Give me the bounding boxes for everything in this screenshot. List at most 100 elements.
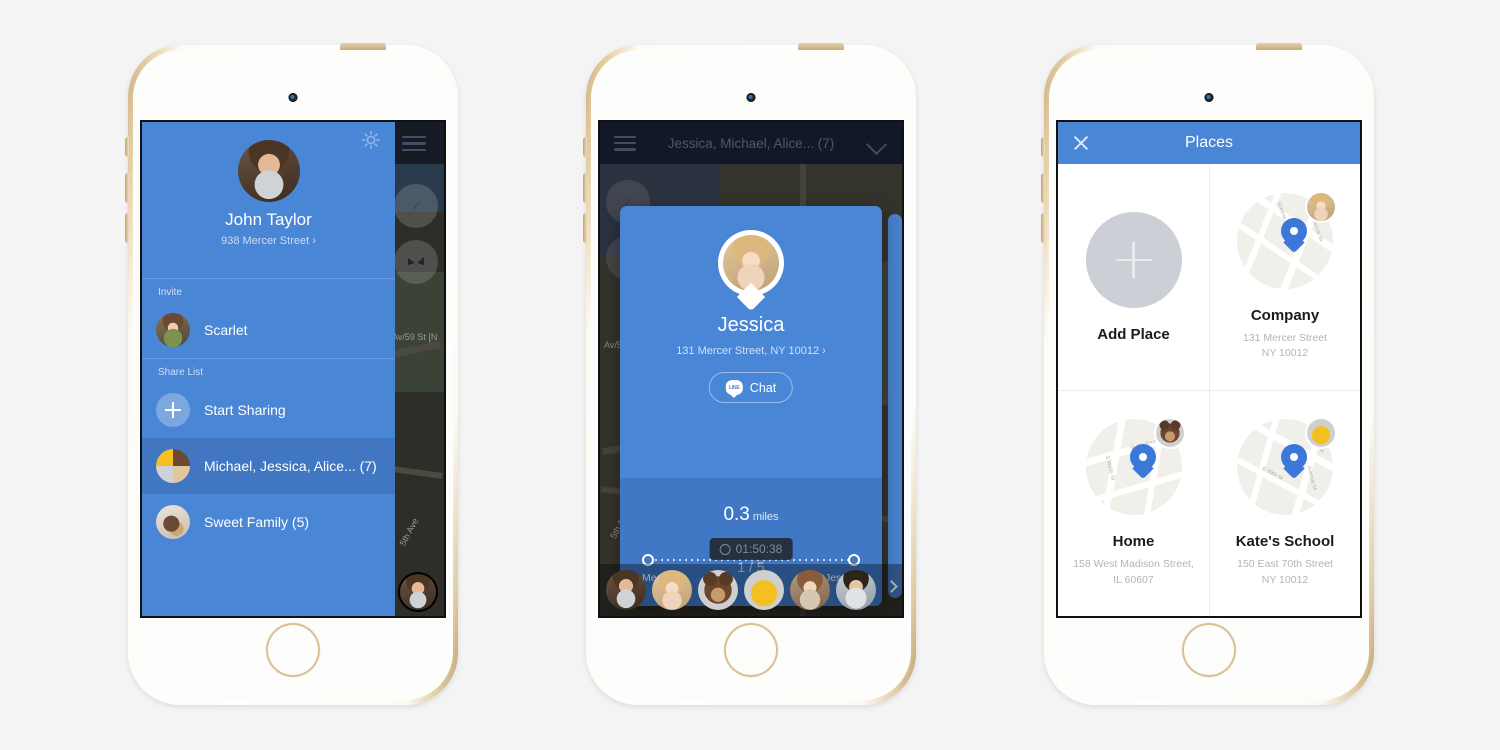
place-address-line1: 158 West Madison Street, bbox=[1073, 558, 1194, 571]
avatar bbox=[156, 505, 190, 539]
list-item-group-michael[interactable]: Michael, Jessica, Alice... (7) bbox=[142, 438, 395, 494]
list-item-start-sharing[interactable]: Start Sharing bbox=[142, 382, 395, 438]
screen-2: Av/5 5th Av Jessica, Michael, Alice... (… bbox=[600, 122, 902, 616]
session-timer: 01:50:38 bbox=[709, 538, 793, 560]
gear-icon[interactable] bbox=[361, 130, 381, 150]
volume-down-button[interactable] bbox=[583, 213, 587, 243]
place-title: Add Place bbox=[1097, 325, 1170, 343]
map-street-label-2: 5th Ave bbox=[397, 516, 421, 548]
map-pin-icon bbox=[1281, 444, 1308, 480]
place-map-thumbnail: E 70th St E 69th St Avenue M bbox=[1237, 417, 1337, 516]
place-address: 158 West Madison Street, IL 60607 bbox=[1073, 557, 1194, 587]
place-card-add[interactable]: Add Place bbox=[1058, 164, 1209, 390]
list-item-sweet-family[interactable]: Sweet Family (5) bbox=[142, 494, 395, 550]
places-page: Places Add Place Greene St Mercer St Com… bbox=[1058, 122, 1360, 616]
timer-value: 01:50:38 bbox=[735, 542, 783, 556]
avatar[interactable] bbox=[237, 140, 300, 202]
distance-unit: miles bbox=[752, 511, 779, 523]
header-title[interactable]: Jessica, Michael, Alice... (7) bbox=[636, 136, 866, 151]
chat-button[interactable]: LINE Chat bbox=[708, 372, 794, 403]
list-item-label: Start Sharing bbox=[204, 402, 286, 418]
top-header: Jessica, Michael, Alice... (7) bbox=[600, 122, 902, 164]
place-address-line2: NY 10012 bbox=[1261, 347, 1309, 359]
line-chat-icon: LINE bbox=[725, 380, 743, 398]
volume-up-button[interactable] bbox=[583, 173, 587, 203]
list-item-label: Michael, Jessica, Alice... (7) bbox=[204, 458, 377, 474]
place-title: Kate's School bbox=[1235, 533, 1335, 551]
next-card-peek[interactable] bbox=[888, 214, 902, 598]
place-badge-avatar bbox=[1305, 417, 1337, 450]
place-card-company[interactable]: Greene St Mercer St Company 131 Mercer S… bbox=[1209, 164, 1360, 390]
volume-up-button[interactable] bbox=[1041, 173, 1045, 203]
home-button[interactable] bbox=[266, 623, 320, 677]
places-grid: Add Place Greene St Mercer St Company 13… bbox=[1058, 164, 1360, 616]
place-address-line2: NY 10012 bbox=[1261, 573, 1309, 586]
place-address: 150 East 70th Street NY 10012 bbox=[1237, 557, 1333, 587]
home-button[interactable] bbox=[724, 623, 778, 677]
place-address: 131 Mercer Street NY 10012 bbox=[1243, 331, 1327, 361]
volume-down-button[interactable] bbox=[125, 213, 129, 243]
screen-3: Places Add Place Greene St Mercer St Com… bbox=[1058, 122, 1360, 616]
list-item-label: Sweet Family (5) bbox=[204, 514, 310, 530]
place-title: Home bbox=[1112, 533, 1155, 551]
list-item-avatar[interactable] bbox=[790, 570, 830, 610]
front-camera bbox=[1204, 93, 1214, 102]
compass-icon[interactable] bbox=[394, 240, 438, 284]
list-item-invite-scarlet[interactable]: Scarlet bbox=[142, 302, 395, 358]
power-button[interactable] bbox=[1256, 43, 1302, 50]
page-title: John Taylor bbox=[225, 210, 312, 229]
place-badge-avatar bbox=[1305, 190, 1337, 223]
avatar-strip bbox=[600, 564, 902, 616]
map-pin-icon bbox=[1129, 444, 1156, 480]
screen-1: Av/59 St [N 5th Ave John Taylor 938 Merc… bbox=[142, 122, 444, 616]
map-pin-icon bbox=[1281, 217, 1308, 253]
power-button[interactable] bbox=[340, 43, 386, 50]
chat-button-label: Chat bbox=[749, 380, 777, 395]
chevron-down-icon[interactable] bbox=[866, 137, 888, 149]
list-item-avatar[interactable] bbox=[836, 570, 876, 610]
place-address-line1: 131 Mercer Street bbox=[1242, 331, 1328, 344]
mute-switch[interactable] bbox=[125, 137, 129, 157]
front-camera bbox=[746, 93, 756, 102]
phone-device-1: Av/59 St [N 5th Ave John Taylor 938 Merc… bbox=[125, 43, 458, 705]
mute-switch[interactable] bbox=[1041, 137, 1045, 157]
locate-me-icon[interactable] bbox=[394, 184, 438, 228]
place-card-home[interactable]: W Madison St S Wells St Home 158 West bbox=[1058, 390, 1209, 616]
chevron-right-icon[interactable] bbox=[885, 580, 898, 593]
section-label-invite: Invite bbox=[158, 287, 182, 298]
home-button[interactable] bbox=[1182, 623, 1236, 677]
map-street-label-1: Av/59 St [N bbox=[392, 332, 438, 342]
distance-value: 0.3 bbox=[723, 504, 750, 525]
list-item-avatar[interactable] bbox=[698, 570, 738, 610]
places-header: Places bbox=[1058, 122, 1360, 164]
list-item-avatar[interactable] bbox=[606, 570, 646, 610]
person-address[interactable]: 131 Mercer Street, NY 10012 › bbox=[620, 345, 882, 357]
place-address-line2: IL 60607 bbox=[1113, 573, 1154, 586]
section-label-share-list: Share List bbox=[158, 367, 204, 378]
place-badge-avatar bbox=[1153, 417, 1186, 450]
phone-device-3: Places Add Place Greene St Mercer St Com… bbox=[1041, 43, 1374, 705]
person-name: Jessica bbox=[717, 314, 785, 336]
mute-switch[interactable] bbox=[583, 137, 587, 157]
volume-up-button[interactable] bbox=[125, 173, 129, 203]
place-address-line1: 150 East 70th Street bbox=[1237, 558, 1333, 571]
map-user-avatar[interactable] bbox=[398, 572, 438, 612]
power-button[interactable] bbox=[798, 43, 844, 50]
profile-address[interactable]: 938 Mercer Street › bbox=[142, 235, 395, 247]
place-map-thumbnail: Greene St Mercer St bbox=[1237, 190, 1337, 289]
map-pin-avatar bbox=[718, 230, 784, 312]
screenshot-stage: Av/59 St [N 5th Ave John Taylor 938 Merc… bbox=[0, 0, 1500, 750]
profile-header[interactable]: John Taylor 938 Mercer Street › bbox=[142, 122, 395, 278]
close-icon[interactable] bbox=[1072, 134, 1090, 152]
list-item-avatar[interactable] bbox=[652, 570, 692, 610]
page-title: Places bbox=[1184, 134, 1234, 151]
place-title: Company bbox=[1250, 306, 1320, 324]
hamburger-icon[interactable] bbox=[614, 136, 636, 151]
plus-icon bbox=[1085, 211, 1182, 308]
list-item-avatar[interactable] bbox=[744, 570, 784, 610]
place-card-kates-school[interactable]: E 70th St E 69th St Avenue M Kate's Scho… bbox=[1209, 390, 1360, 616]
volume-down-button[interactable] bbox=[1041, 213, 1045, 243]
hamburger-icon[interactable] bbox=[402, 136, 426, 152]
avatar bbox=[156, 313, 190, 347]
avatar bbox=[156, 449, 190, 483]
